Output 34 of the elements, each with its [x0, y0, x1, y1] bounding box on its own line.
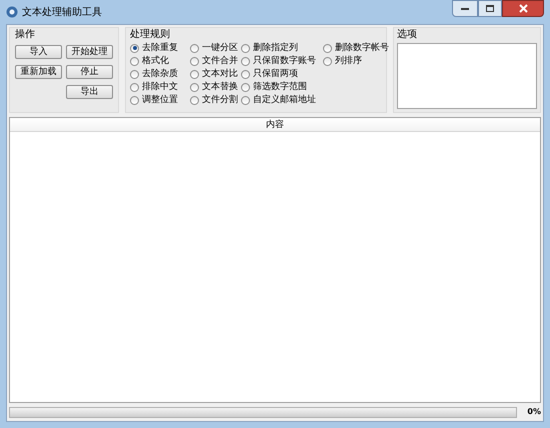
radio-option[interactable]: 自定义邮箱地址	[241, 94, 323, 106]
radio-option[interactable]: 删除指定列	[241, 42, 323, 54]
app-icon	[6, 6, 18, 18]
close-button[interactable]	[502, 0, 544, 17]
window-title: 文本处理辅助工具	[22, 6, 102, 20]
radio-option[interactable]: 只保留两项	[241, 68, 323, 80]
radio-option[interactable]: 文本对比	[190, 68, 241, 80]
radio-option[interactable]: 去除杂质	[130, 68, 190, 80]
radio-option[interactable]: 只保留数字账号	[241, 55, 323, 67]
minimize-button[interactable]	[452, 0, 478, 17]
close-icon	[518, 4, 528, 13]
action-button[interactable]: 导出	[66, 85, 113, 99]
radio-option[interactable]: 格式化	[130, 55, 190, 67]
column-header: 内容	[10, 118, 540, 132]
radio-option[interactable]: 文本替换	[190, 81, 241, 93]
radio-option[interactable]: 调整位置	[130, 94, 190, 106]
radio-option[interactable]: 删除数字帐号	[323, 42, 391, 54]
progress-reading: 0%	[526, 406, 541, 418]
group-title: 处理规则	[130, 29, 171, 41]
radio-option[interactable]: 文件分割	[190, 94, 241, 106]
options-box[interactable]	[397, 43, 537, 109]
action-button[interactable]: 开始处理	[66, 45, 113, 59]
action-button[interactable]: 停止	[66, 65, 113, 79]
radio-option[interactable]: 去除重复	[130, 42, 190, 54]
radio-option[interactable]: 筛选数字范围	[241, 81, 323, 93]
group-title: 操作	[15, 29, 36, 41]
maximize-button[interactable]	[478, 0, 502, 17]
radio-option[interactable]: 排除中文	[130, 81, 190, 93]
radio-option[interactable]: 列排序	[323, 55, 391, 67]
group-title: 选项	[397, 29, 418, 41]
action-button[interactable]: 导入	[15, 45, 62, 59]
radio-option[interactable]: 文件合并	[190, 55, 241, 67]
action-button[interactable]: 重新加载	[15, 65, 62, 79]
radio-option[interactable]: 一键分区	[190, 42, 241, 54]
